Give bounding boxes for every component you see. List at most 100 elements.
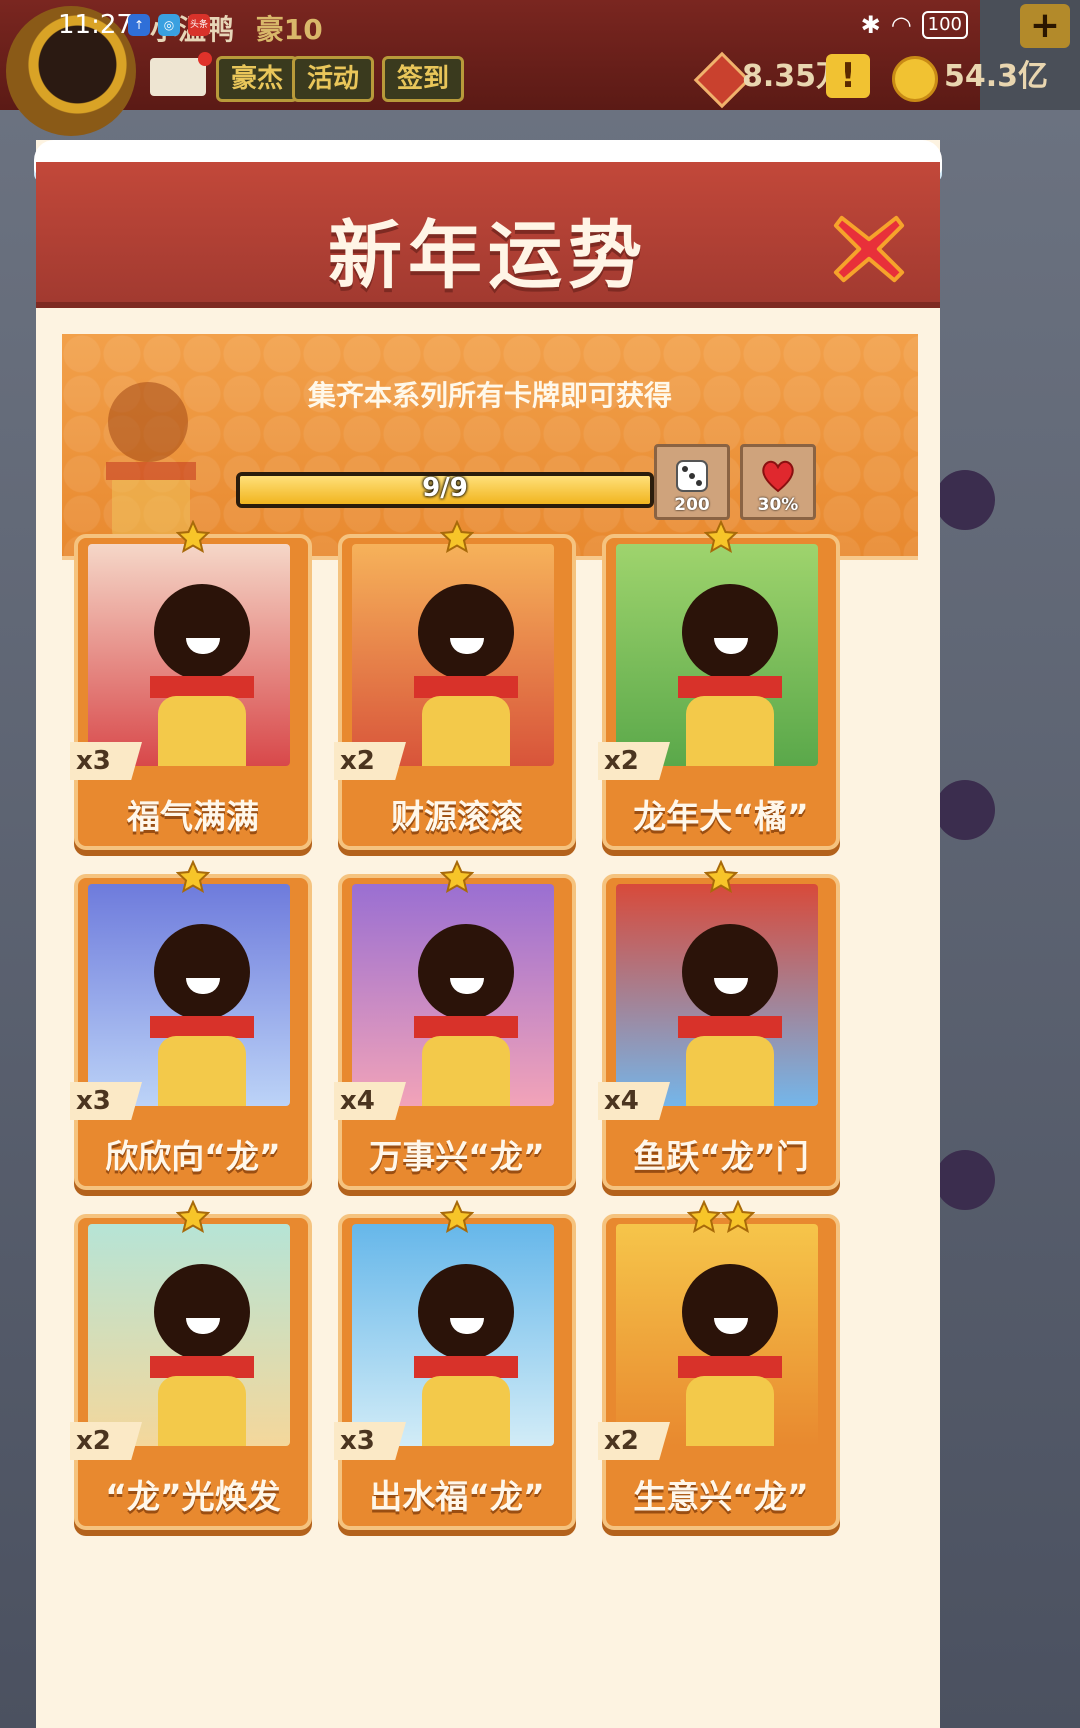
star-icon bbox=[440, 520, 474, 554]
card-stars bbox=[338, 1200, 576, 1234]
fortune-card[interactable]: x4 万事兴“龙” bbox=[334, 860, 576, 1190]
battery-icon: 100 bbox=[921, 11, 968, 39]
card-name: 欣欣向“龙” bbox=[105, 1137, 281, 1176]
character-scarf bbox=[678, 1016, 782, 1038]
star-icon bbox=[440, 860, 474, 894]
star-icon bbox=[687, 1200, 721, 1234]
mail-icon[interactable] bbox=[150, 58, 206, 96]
character-head bbox=[154, 1264, 250, 1360]
reward-label: 30% bbox=[757, 495, 799, 515]
collection-progress-bar: 9/9 bbox=[236, 472, 654, 508]
close-icon[interactable] bbox=[830, 210, 908, 288]
add-currency-button[interactable]: + bbox=[1020, 4, 1070, 48]
card-illustration bbox=[616, 544, 818, 766]
card-count: x2 bbox=[334, 742, 406, 780]
status-app-icon: 头条 bbox=[188, 14, 210, 36]
heart-icon bbox=[762, 460, 794, 493]
fortune-card[interactable]: x3 福气满满 bbox=[70, 520, 312, 850]
star-icon bbox=[176, 860, 210, 894]
character-head bbox=[154, 584, 250, 680]
modal-title: 新年运势 bbox=[328, 213, 648, 299]
warning-button[interactable]: ! bbox=[826, 54, 870, 98]
card-count: x2 bbox=[598, 742, 670, 780]
card-name: 生意兴“龙” bbox=[633, 1477, 809, 1516]
player-rank-text: 豪10 bbox=[255, 13, 323, 46]
status-icons: ✱ ◠ 100 bbox=[861, 8, 968, 42]
character-scarf bbox=[414, 1016, 518, 1038]
card-illustration bbox=[88, 884, 290, 1106]
card-stars bbox=[602, 860, 840, 894]
character-head bbox=[154, 924, 250, 1020]
reward-label: 200 bbox=[674, 495, 710, 515]
character-scarf bbox=[414, 1356, 518, 1378]
card-illustration bbox=[616, 1224, 818, 1446]
card-name: 万事兴“龙” bbox=[369, 1137, 545, 1176]
modal-header: 新年运势 bbox=[36, 162, 940, 308]
star-icon bbox=[704, 860, 738, 894]
character-scarf bbox=[414, 676, 518, 698]
tab-heroes[interactable]: 豪杰 bbox=[216, 56, 299, 102]
tab-checkin[interactable]: 签到 bbox=[382, 56, 465, 102]
character-scarf bbox=[150, 1016, 254, 1038]
card-count: x2 bbox=[70, 1422, 142, 1460]
star-icon bbox=[440, 1200, 474, 1234]
character-head bbox=[682, 584, 778, 680]
dice-icon bbox=[676, 460, 708, 492]
side-menu-icon[interactable] bbox=[935, 470, 995, 530]
character-scarf bbox=[678, 1356, 782, 1378]
card-illustration bbox=[88, 1224, 290, 1446]
character-scarf bbox=[150, 1356, 254, 1378]
character-head bbox=[682, 924, 778, 1020]
fortune-card[interactable]: x2 “龙”光焕发 bbox=[70, 1200, 312, 1530]
character-body bbox=[158, 696, 246, 766]
fortune-card[interactable]: x2 财源滚滚 bbox=[334, 520, 576, 850]
card-illustration bbox=[88, 544, 290, 766]
character-body bbox=[422, 696, 510, 766]
character-head bbox=[418, 1264, 514, 1360]
character-body bbox=[422, 1036, 510, 1106]
character-body bbox=[686, 696, 774, 766]
star-icon bbox=[704, 520, 738, 554]
card-name: 财源滚滚 bbox=[391, 797, 523, 836]
card-illustration bbox=[352, 544, 554, 766]
fortune-card[interactable]: x2 龙年大“橘” bbox=[598, 520, 840, 850]
wifi-icon: ◠ bbox=[890, 11, 912, 39]
character-body bbox=[686, 1036, 774, 1106]
character-scarf bbox=[678, 676, 782, 698]
card-illustration bbox=[352, 884, 554, 1106]
reward-dice[interactable]: 200 bbox=[654, 444, 730, 520]
card-count: x3 bbox=[70, 742, 142, 780]
card-name: 出水福“龙” bbox=[369, 1477, 545, 1516]
card-count: x4 bbox=[598, 1082, 670, 1120]
coin-icon bbox=[892, 56, 938, 102]
coin-count: 54.3亿 bbox=[944, 59, 1049, 94]
character-body bbox=[422, 1376, 510, 1446]
status-time: 11:27 bbox=[58, 10, 133, 40]
card-count: x3 bbox=[334, 1422, 406, 1460]
fortune-card[interactable]: x3 出水福“龙” bbox=[334, 1200, 576, 1530]
side-menu-icon[interactable] bbox=[935, 780, 995, 840]
reward-heart[interactable]: 30% bbox=[740, 444, 816, 520]
character-head bbox=[418, 584, 514, 680]
card-illustration bbox=[352, 1224, 554, 1446]
card-count: x3 bbox=[70, 1082, 142, 1120]
card-name: 龙年大“橘” bbox=[633, 797, 809, 836]
card-count: x4 bbox=[334, 1082, 406, 1120]
character-head bbox=[418, 924, 514, 1020]
card-name: 福气满满 bbox=[127, 797, 259, 836]
fortune-card[interactable]: x2 生意兴“龙” bbox=[598, 1200, 840, 1530]
card-count: x2 bbox=[598, 1422, 670, 1460]
card-stars bbox=[602, 1200, 840, 1234]
card-illustration bbox=[616, 884, 818, 1106]
star-icon bbox=[176, 1200, 210, 1234]
fortune-card[interactable]: x3 欣欣向“龙” bbox=[70, 860, 312, 1190]
new-year-fortune-modal: 新年运势 集齐本系列所有卡牌即可获得 9/9 200 30% x3 福气满满 x… bbox=[34, 140, 942, 1728]
status-app-icon: ↑ bbox=[128, 14, 150, 36]
side-menu-icon[interactable] bbox=[935, 1150, 995, 1210]
star-icon bbox=[721, 1200, 755, 1234]
tab-events[interactable]: 活动 bbox=[292, 56, 375, 102]
fortune-card[interactable]: x4 鱼跃“龙”门 bbox=[598, 860, 840, 1190]
character-body bbox=[158, 1036, 246, 1106]
card-stars bbox=[74, 1200, 312, 1234]
status-app-icon: ◎ bbox=[158, 14, 180, 36]
